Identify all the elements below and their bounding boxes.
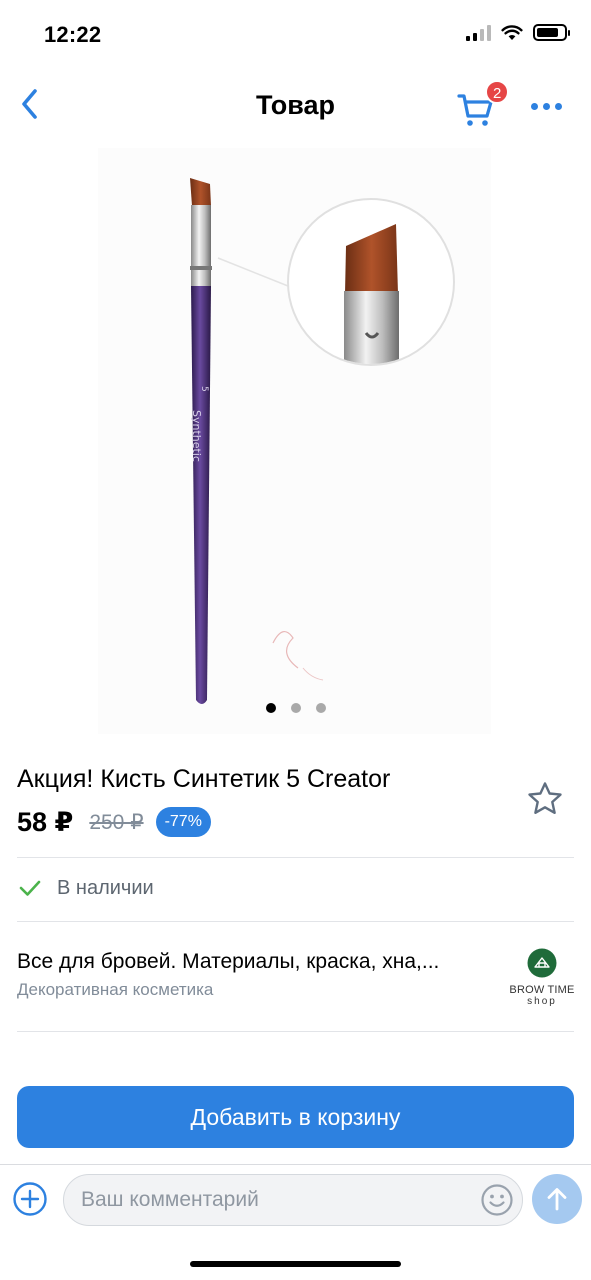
price-row: 58 ₽ 250 ₽ -77% (17, 805, 211, 839)
nav-bar: Товар 2 (0, 64, 591, 148)
status-icons (466, 24, 570, 41)
carousel-dot[interactable] (315, 703, 326, 713)
dot (542, 102, 550, 110)
discount-badge: -77% (155, 807, 211, 837)
back-button[interactable] (10, 84, 50, 124)
dot (554, 102, 562, 110)
carousel-dot[interactable] (290, 703, 301, 713)
status-bar: 12:22 (0, 0, 591, 64)
current-price: 58 ₽ (17, 806, 74, 837)
arrow-up-icon (547, 1188, 567, 1211)
shop-link[interactable]: Все для бровей. Материалы, краска, хна,.… (17, 947, 577, 1010)
shop-name: Все для бровей. Материалы, краска, хна,.… (17, 950, 440, 973)
carousel-dot-active[interactable] (265, 703, 276, 713)
shop-logo-text: BROW TIME (509, 984, 575, 996)
smile-icon (481, 1184, 513, 1216)
comment-input[interactable] (63, 1174, 523, 1226)
carousel-dots (0, 703, 591, 713)
status-time: 12:22 (44, 22, 102, 47)
star-icon (528, 782, 562, 814)
send-button[interactable] (532, 1174, 582, 1224)
chevron-left-icon (22, 89, 37, 119)
cellular-signal-icon (466, 24, 491, 41)
product-title: Акция! Кисть Синтетик 5 Creator (17, 765, 391, 793)
plus-circle-icon (13, 1182, 47, 1216)
availability-text: В наличии (57, 876, 154, 899)
divider (17, 1031, 574, 1032)
shop-logo: BROW TIME shop (507, 947, 577, 1007)
availability-row: В наличии (17, 872, 154, 904)
old-price: 250 ₽ (89, 810, 144, 834)
cart-count-badge: 2 (485, 80, 510, 104)
shop-logo-subtext: shop (527, 996, 557, 1007)
brush-product-image: 5 Synthetic (190, 178, 455, 704)
favorite-button[interactable] (526, 780, 564, 818)
add-to-cart-button[interactable]: Добавить в корзину (17, 1086, 574, 1148)
divider (17, 921, 574, 922)
product-image-carousel[interactable]: 5 Synthetic (98, 148, 491, 734)
more-menu-button[interactable] (526, 92, 566, 120)
brush-label-text: Synthetic (190, 410, 203, 462)
next-section-peek (17, 1064, 27, 1068)
dot (530, 102, 538, 110)
shop-category: Декоративная косметика (17, 980, 214, 999)
home-indicator (190, 1261, 401, 1267)
attach-button[interactable] (12, 1181, 48, 1217)
brush-number-text: 5 (199, 386, 209, 392)
cart-button[interactable]: 2 (456, 80, 510, 128)
divider (17, 857, 574, 858)
wifi-icon (501, 24, 523, 40)
emoji-button[interactable] (480, 1183, 514, 1217)
checkmark-icon (19, 880, 41, 896)
shop-logo-mark (527, 948, 557, 978)
comment-composer (0, 1164, 591, 1240)
battery-icon (533, 24, 570, 41)
